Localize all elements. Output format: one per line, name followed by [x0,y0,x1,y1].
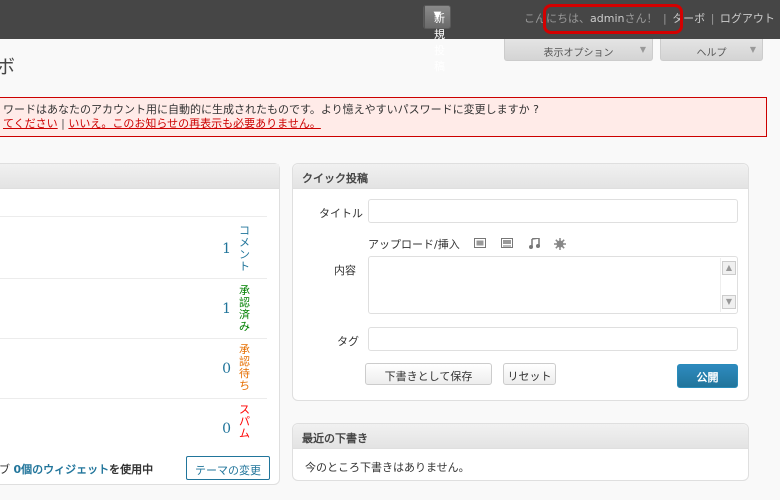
no-drafts-message: 今のところ下書きはありません。 [305,461,470,474]
screen-options-tab[interactable]: 表示オプション ▼ [504,39,653,61]
box-header [0,164,279,189]
quick-post-box: クイック投稿 タイトル アップロード/挿入 内容 ▲ ▼ タグ 下書きとして保存… [292,163,749,401]
logout-link[interactable]: ログアウト [720,12,775,25]
chevron-down-icon: ▼ [639,45,646,54]
help-label: ヘルプ [696,48,727,59]
right-now-box: 1 コメント 1 承認済み 0 承認待ち 0 スパム ブ 0個のウィジェットを使… [0,163,280,485]
widget-prefix: ブ [0,463,10,476]
help-tab[interactable]: ヘルプ ▼ [660,39,763,61]
pending-label[interactable]: 承認待ち [239,344,251,392]
title-label: タイトル [319,207,363,220]
chevron-down-icon: ▼ [749,45,756,54]
textarea-scrollbar[interactable]: ▲ ▼ [720,258,736,312]
stat-row-spam: 0 スパム [0,398,267,458]
annotation-highlight [543,4,683,34]
separator: | [61,117,65,130]
notice-text: ワードはあなたのアカウント用に自動的に生成されたものです。より憶えやすいパスワー… [3,103,540,116]
approved-count[interactable]: 1 [222,301,231,317]
publish-button[interactable]: 公開 [677,364,738,388]
comments-label[interactable]: コメント [239,225,251,273]
recent-drafts-title[interactable]: 最近の下書き [293,424,748,449]
audio-icon[interactable] [528,237,540,249]
title-input[interactable] [368,199,738,223]
quick-post-title[interactable]: クイック投稿 [293,164,748,189]
stat-row-approved: 1 承認済み [0,278,267,338]
spam-count[interactable]: 0 [222,421,231,437]
new-post-menu[interactable]: 新規投稿 ▼ [423,5,453,73]
stat-row-comments: 1 コメント [0,216,267,276]
content-textarea[interactable]: ▲ ▼ [368,256,738,314]
admin-bar: 新規投稿 ▼ こんにちは、adminさん！ | ターボ | ログアウト [0,0,780,73]
pending-count[interactable]: 0 [222,361,231,377]
change-theme-button[interactable]: テーマの変更 [186,456,270,480]
scroll-down-arrow[interactable]: ▼ [722,295,736,309]
tags-label: タグ [337,335,359,348]
change-password-link[interactable]: てください [3,117,58,130]
save-draft-button[interactable]: 下書きとして保存 [365,363,492,385]
video-icon[interactable] [501,238,513,248]
password-notice: ワードはあなたのアカウント用に自動的に生成されたものです。より憶えやすいパスワー… [0,97,767,137]
content-label: 内容 [334,264,356,277]
recent-drafts-box: 最近の下書き 今のところ下書きはありません。 [292,423,749,481]
media-icon[interactable] [554,238,566,250]
image-icon[interactable] [474,238,486,248]
widget-info: ブ 0個のウィジェットを使用中 [0,461,153,477]
tags-input[interactable] [368,327,738,351]
new-post-button[interactable]: 新規投稿 [424,6,453,73]
widget-suffix: を使用中 [109,463,154,476]
scroll-up-arrow[interactable]: ▲ [722,261,736,275]
screen-options-label: 表示オプション [543,48,614,59]
stat-row-pending: 0 承認待ち [0,338,267,398]
approved-label[interactable]: 承認済み [239,285,251,333]
separator: | [710,12,715,25]
upload-label: アップロード/挿入 [368,238,460,251]
reset-button[interactable]: リセット [503,363,556,385]
widgets-link[interactable]: 0個のウィジェット [14,463,110,476]
dismiss-notice-link[interactable]: いいえ。このお知らせの再表示も必要ありません。 [68,117,320,130]
spam-label[interactable]: スパム [239,404,251,440]
page-title: ボ [0,56,16,78]
comments-count[interactable]: 1 [222,241,231,257]
box-subheader [0,189,267,215]
